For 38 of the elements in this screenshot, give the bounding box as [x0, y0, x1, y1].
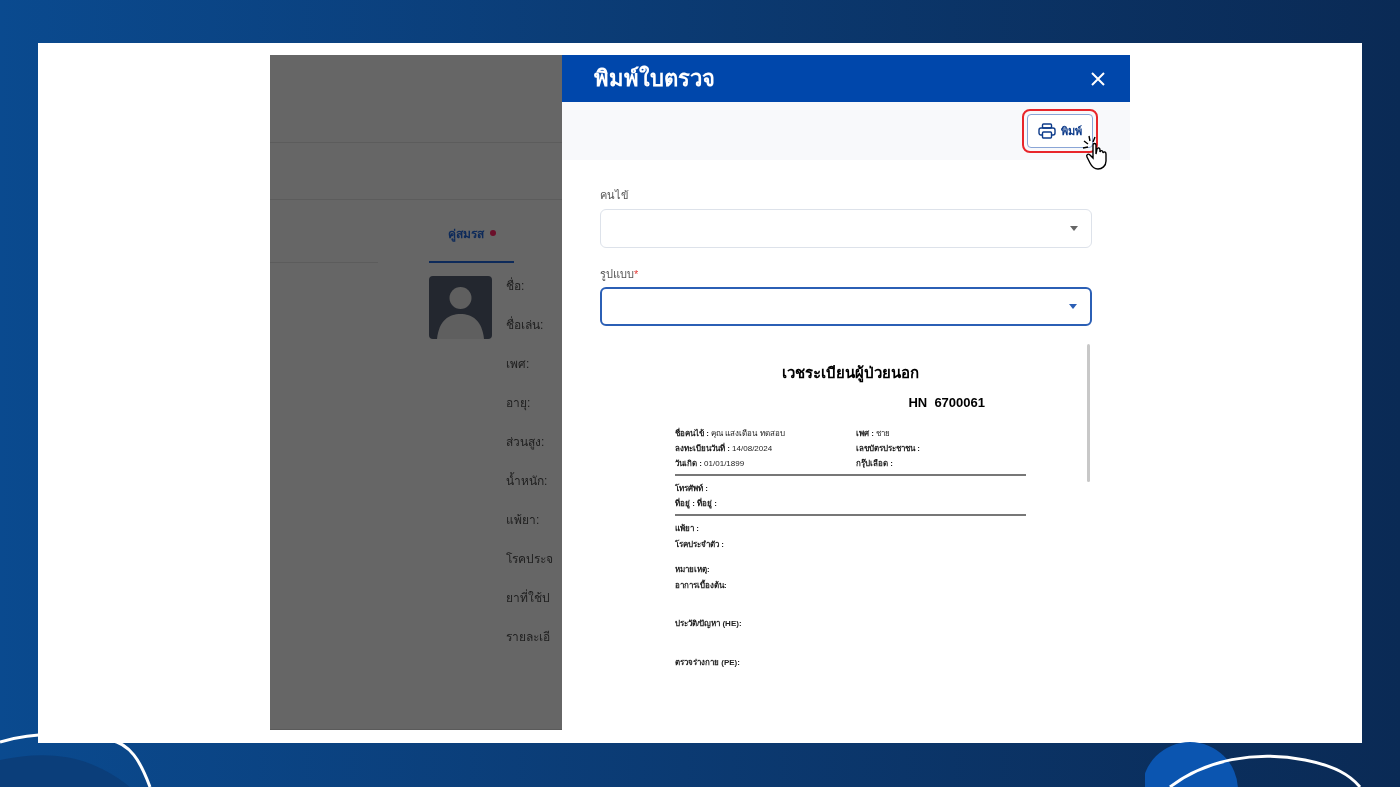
- field-label: ยาที่ใช้ป: [506, 590, 551, 607]
- scrollbar[interactable]: [1087, 344, 1090, 482]
- field-label: รูปแบบ: [600, 266, 634, 282]
- avatar-silhouette-icon: [429, 276, 492, 339]
- select-field[interactable]: [600, 287, 1092, 326]
- field-label: ชื่อ:: [506, 278, 526, 295]
- document-text: วันเกิด : 01/01/1899: [675, 458, 746, 470]
- document-text: ตรวจร่างกาย (PE):: [675, 657, 740, 669]
- close-icon[interactable]: [1090, 70, 1106, 87]
- document-text: อาการเบื้องต้น:: [675, 578, 727, 592]
- dialog-title: พิมพ์ใบตรวจ: [594, 64, 715, 93]
- document-text: โรคประจำตัว :: [675, 538, 724, 551]
- field-label: แพ้ยา:: [506, 512, 541, 529]
- printer-icon: [1038, 123, 1056, 139]
- field-label: อายุ:: [506, 395, 532, 412]
- field-label: ส่วนสูง:: [506, 434, 546, 451]
- dropdown-caret-icon: [1069, 304, 1077, 309]
- document-text: ที่อยู่ : ที่อยู่ :: [675, 497, 717, 511]
- field-label: คนไข้: [600, 188, 629, 203]
- field-label: เพศ:: [506, 356, 531, 373]
- field-label: โรคประจ: [506, 551, 553, 568]
- field-label: รายละเอี: [506, 629, 551, 646]
- print-button[interactable]: พิมพ์: [1027, 114, 1093, 148]
- document-title: เวชระเบียนผู้ป่วยนอก: [781, 363, 920, 385]
- document-text: เลขบัตรประชาชน :: [856, 443, 921, 455]
- required-mark: *: [634, 266, 639, 280]
- document-text: ชื่อคนไข้ : คุณ แสงเดือน ทดสอบ: [675, 427, 786, 440]
- field-label: น้ำหนัก:: [506, 473, 549, 490]
- document-text: เพศ : ชาย: [856, 428, 892, 440]
- document-text: หมายเหตุ:: [675, 564, 710, 576]
- document-text: ลงทะเบียนวันที่ : 14/08/2024: [675, 442, 774, 455]
- document-text: แพ้ยา :: [675, 523, 699, 535]
- hospital-number: HN 6700061: [908, 393, 985, 412]
- dropdown-caret-icon: [1070, 225, 1078, 231]
- document-text: กรุ๊ปเลือด :: [856, 457, 894, 470]
- document-text: โทรศัพท์ :: [675, 482, 708, 495]
- field-label: ชื่อเล่น:: [506, 317, 545, 334]
- document-text: ประวัติ/ปัญหา (HE):: [675, 618, 742, 631]
